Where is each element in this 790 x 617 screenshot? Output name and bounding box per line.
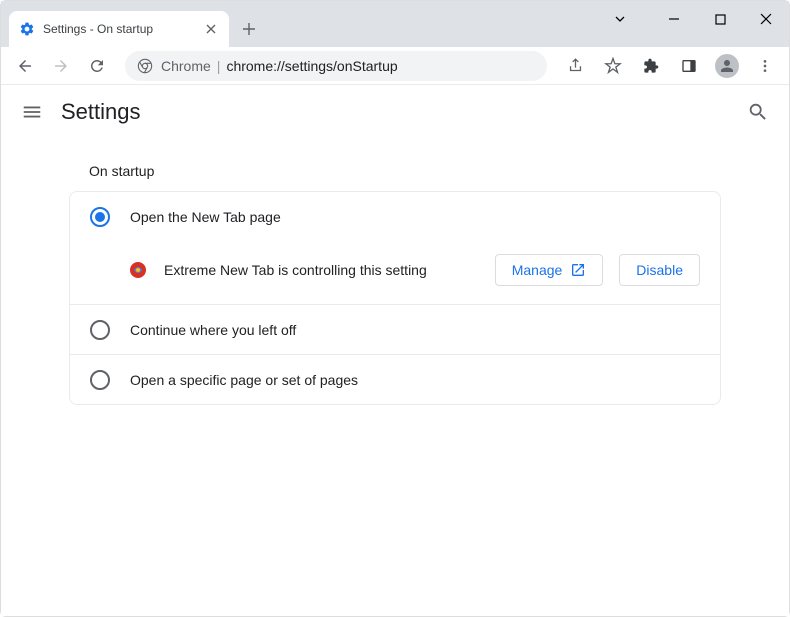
option-label: Continue where you left off — [130, 322, 700, 338]
browser-tab[interactable]: Settings - On startup — [9, 11, 229, 47]
window-controls — [597, 1, 789, 37]
chevron-down-icon[interactable] — [597, 1, 643, 37]
open-external-icon — [570, 262, 586, 278]
new-tab-button[interactable] — [235, 15, 263, 43]
address-bar[interactable]: Chrome | chrome://settings/onStartup — [125, 51, 547, 81]
option-continue[interactable]: Continue where you left off — [70, 304, 720, 354]
extension-notice-row: Extreme New Tab is controlling this sett… — [70, 242, 720, 304]
section-title: On startup — [69, 139, 721, 191]
sidepanel-icon[interactable] — [673, 50, 705, 82]
omnibox-text: Chrome | chrome://settings/onStartup — [161, 58, 398, 74]
startup-card: Open the New Tab page Extreme New Tab is… — [69, 191, 721, 405]
search-icon[interactable] — [747, 101, 769, 123]
close-window-button[interactable] — [743, 1, 789, 37]
chrome-icon — [137, 58, 153, 74]
menu-icon[interactable] — [749, 50, 781, 82]
maximize-button[interactable] — [697, 1, 743, 37]
forward-button[interactable] — [45, 50, 77, 82]
tab-title: Settings - On startup — [43, 22, 195, 36]
minimize-button[interactable] — [651, 1, 697, 37]
option-specific-pages[interactable]: Open a specific page or set of pages — [70, 354, 720, 404]
option-new-tab[interactable]: Open the New Tab page — [70, 192, 720, 242]
startup-section: On startup Open the New Tab page Extreme… — [45, 139, 745, 405]
disable-button[interactable]: Disable — [619, 254, 700, 286]
reload-button[interactable] — [81, 50, 113, 82]
share-icon[interactable] — [559, 50, 591, 82]
radio-button[interactable] — [90, 320, 110, 340]
page-content: Settings On startup Open the New Tab pag… — [1, 85, 789, 616]
extension-notice-text: Extreme New Tab is controlling this sett… — [164, 262, 479, 278]
close-icon[interactable] — [203, 21, 219, 37]
browser-toolbar: Chrome | chrome://settings/onStartup — [1, 47, 789, 85]
radio-button[interactable] — [90, 370, 110, 390]
manage-button[interactable]: Manage — [495, 254, 604, 286]
extensions-icon[interactable] — [635, 50, 667, 82]
back-button[interactable] — [9, 50, 41, 82]
option-label: Open the New Tab page — [130, 209, 700, 225]
page-title: Settings — [61, 99, 729, 125]
gear-icon — [19, 21, 35, 37]
bookmark-icon[interactable] — [597, 50, 629, 82]
menu-hamburger-icon[interactable] — [21, 101, 43, 123]
radio-button[interactable] — [90, 207, 110, 227]
profile-avatar[interactable] — [711, 50, 743, 82]
option-label: Open a specific page or set of pages — [130, 372, 700, 388]
window-titlebar: Settings - On startup — [1, 1, 789, 47]
settings-header: Settings — [1, 85, 789, 139]
extension-app-icon — [128, 260, 148, 280]
